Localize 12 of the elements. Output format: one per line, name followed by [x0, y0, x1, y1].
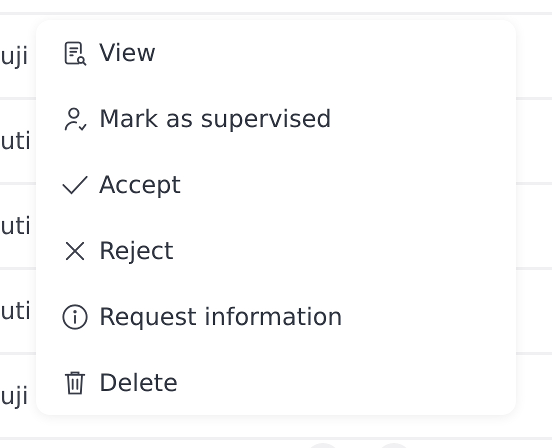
table-cell: uti: [0, 212, 32, 240]
menu-item[interactable]: Mark as supervised: [36, 86, 516, 152]
table-cell: uji: [0, 42, 29, 70]
menu-item[interactable]: Delete: [36, 350, 516, 416]
menu-item[interactable]: Request information: [36, 284, 516, 350]
table-cell: uti: [0, 297, 32, 325]
table-cell: uji: [0, 382, 29, 410]
menu-item[interactable]: Reject: [36, 218, 516, 284]
menu-item[interactable]: Accept: [36, 152, 516, 218]
table-cell: uti: [0, 127, 32, 155]
menu-item[interactable]: View: [36, 20, 516, 86]
info-icon: [61, 303, 89, 331]
